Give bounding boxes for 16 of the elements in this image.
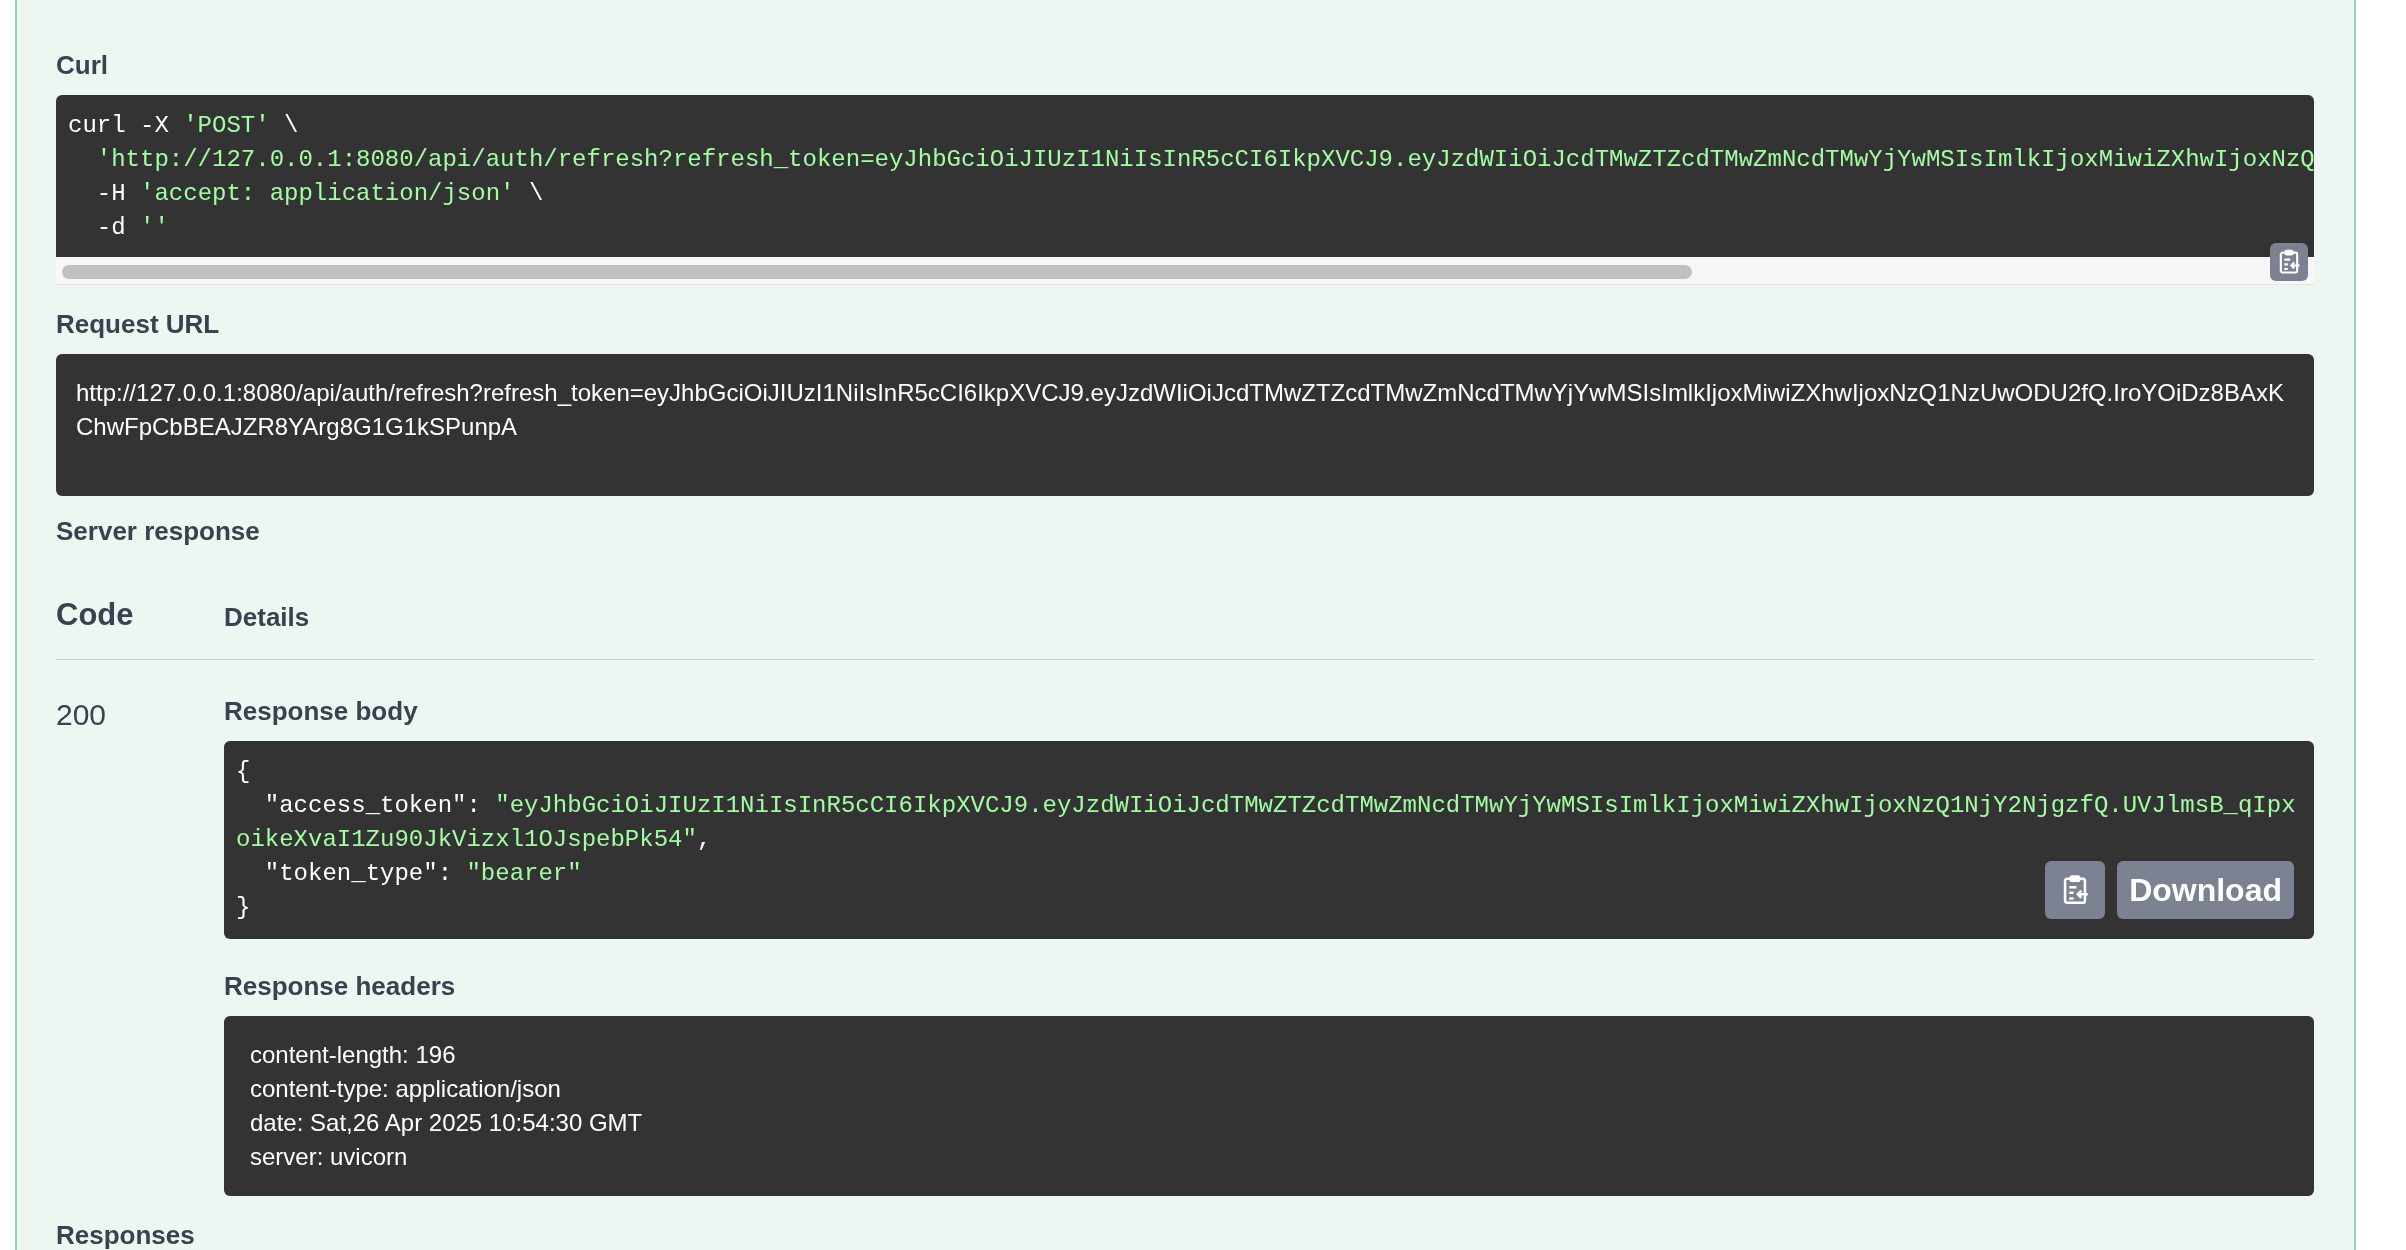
request-url: http://127.0.0.1:8080/api/auth/refresh?refresh_token=eyJhbGciOiJIUzI1NiIsInR5cCI6IkpXVCJ9.eyJzdWIiOiJcdTMwZTZcdTMwZmNcdTMwYjYwMSIsImlkIjoxMiwiZXhwIjoxNzQ1NzUwODU2fQ.IroYOiDz8BAxKChwFpCbBEAJZR8YArg8G1G1kSPunpA [56,354,2314,496]
status-code: 200 [56,698,107,731]
section-label: Response headers [224,971,456,1002]
response-body: { "access_token": "eyJhbGciOiJIUzI1NiIsInR5cCI6IkpXVCJ9.eyJzdWIiOiJcdTMwZTZcdTMwZmNcdTMwYjYwMSIsImlkIjoxMiwiZXhwIjoxNzQ1NjY2NjgzfQ.UVJlmsB_qIpxoikeXvaI1Zu90JkVizxl1OJspebPk54", "token_type": "bearer" } Download [224,741,2314,939]
response-headers: content-length: 196 content-type: application/json date: Sat,26 Apr 2025 10:54:30 GMT server: uvicorn [224,1016,2314,1196]
section-label: Responses [56,1220,195,1250]
section-label: Curl [56,50,108,81]
copy-button[interactable] [2045,861,2106,919]
section-label: Request URL [56,309,220,340]
download-button[interactable]: Download [2117,861,2294,919]
column-header: Code [56,597,134,632]
horizontal-scrollbar[interactable] [56,257,2314,285]
section-label: Response body [224,696,418,727]
section-label: Server response [56,516,260,547]
curl-command: curl -X 'POST' \ 'http://127.0.0.1:8080/api/auth/refresh?refresh_token=eyJhbGciOiJIUzI1NiIsInR5cCI6IkpXVCJ9.eyJzdWIiOiJcdTMwZTZcdTMwZmNcdTMwYjYwMSIsImlkIjoxMiwiZXhwIjoxNzQ -H 'accept: application/json' \ -d '' [56,95,2314,257]
column-header: Details [224,602,310,632]
